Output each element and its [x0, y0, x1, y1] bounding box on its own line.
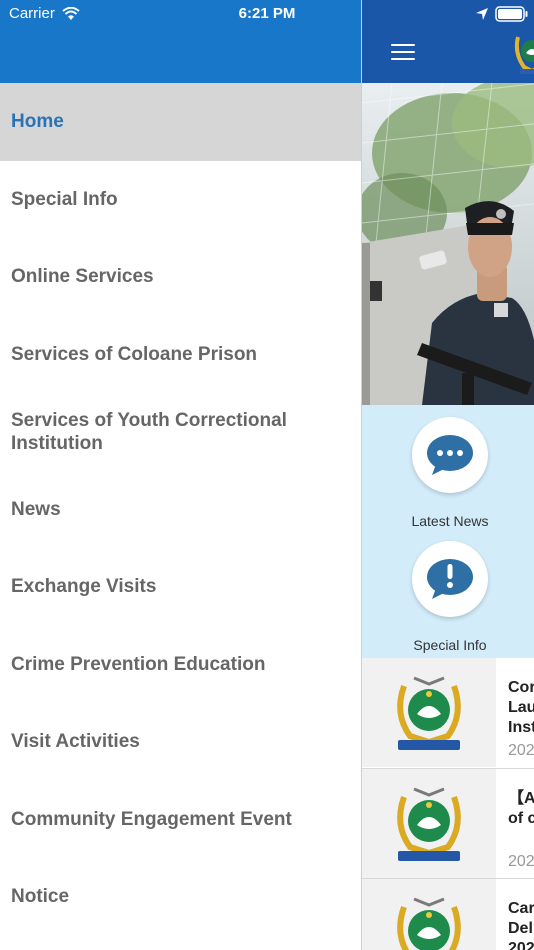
news-thumbnail — [362, 769, 496, 878]
news-title: Cor Lau Inst — [508, 679, 534, 736]
menu-item-online-services[interactable]: Online Services — [0, 238, 361, 316]
news-thumbnail — [362, 879, 496, 950]
drawer-menu: Home Special Info Online Services Servic… — [0, 83, 361, 936]
news-date: 202 — [508, 742, 534, 759]
latest-news-shortcut[interactable]: Latest News — [411, 417, 489, 529]
emblem-logo — [397, 897, 461, 950]
battery-icon — [495, 6, 528, 22]
menu-item-special-info[interactable]: Special Info — [0, 161, 361, 239]
menu-item-notice[interactable]: Notice — [0, 858, 361, 936]
wifi-icon — [62, 6, 80, 20]
news-item[interactable]: Car Del 202 — [362, 878, 534, 950]
news-thumbnail — [362, 658, 496, 767]
menu-item-youth-correctional[interactable]: Services of Youth Correctional Instituti… — [0, 393, 361, 471]
side-drawer: Carrier Home Special Info Online Service… — [0, 0, 361, 950]
drawer-header: Carrier — [0, 0, 361, 83]
quick-links-panel: Latest News Special Info — [362, 405, 534, 658]
menu-item-coloane-prison[interactable]: Services of Coloane Prison — [0, 316, 361, 394]
menu-item-community-engagement[interactable]: Community Engagement Event — [0, 781, 361, 859]
exclamation-bubble-icon — [427, 559, 473, 599]
hamburger-menu-button[interactable] — [391, 44, 415, 62]
special-info-shortcut[interactable]: Special Info — [412, 541, 488, 653]
menu-item-home[interactable]: Home — [0, 83, 361, 161]
carrier-label: Carrier — [9, 5, 55, 22]
status-bar-left: Carrier — [9, 5, 80, 22]
main-content: Latest News Special Info Cor Lau Inst 20… — [361, 0, 534, 950]
latest-news-label: Latest News — [411, 513, 489, 529]
emblem-logo — [397, 787, 461, 861]
news-item[interactable]: 【A of c 202 — [362, 768, 534, 878]
app-screen: Latest News Special Info Cor Lau Inst 20… — [0, 0, 534, 950]
officer-photo — [362, 83, 534, 405]
news-title: 【A of c — [508, 790, 534, 827]
hero-image — [362, 83, 534, 405]
menu-item-visit-activities[interactable]: Visit Activities — [0, 703, 361, 781]
news-date: 202 — [508, 853, 534, 870]
status-bar-right — [475, 6, 529, 22]
news-list: Cor Lau Inst 202 【A of c 202 Car Del 202 — [362, 658, 534, 950]
menu-item-exchange-visits[interactable]: Exchange Visits — [0, 548, 361, 626]
news-title: Car Del 202 — [508, 900, 534, 950]
chat-bubble-icon — [427, 435, 473, 475]
location-arrow-icon — [476, 8, 488, 20]
top-navbar — [362, 0, 534, 83]
news-item[interactable]: Cor Lau Inst 202 — [362, 658, 534, 768]
emblem-logo — [397, 676, 461, 750]
menu-item-crime-prevention[interactable]: Crime Prevention Education — [0, 626, 361, 704]
special-info-label: Special Info — [413, 637, 487, 653]
menu-item-news[interactable]: News — [0, 471, 361, 549]
emblem-logo — [514, 36, 534, 74]
